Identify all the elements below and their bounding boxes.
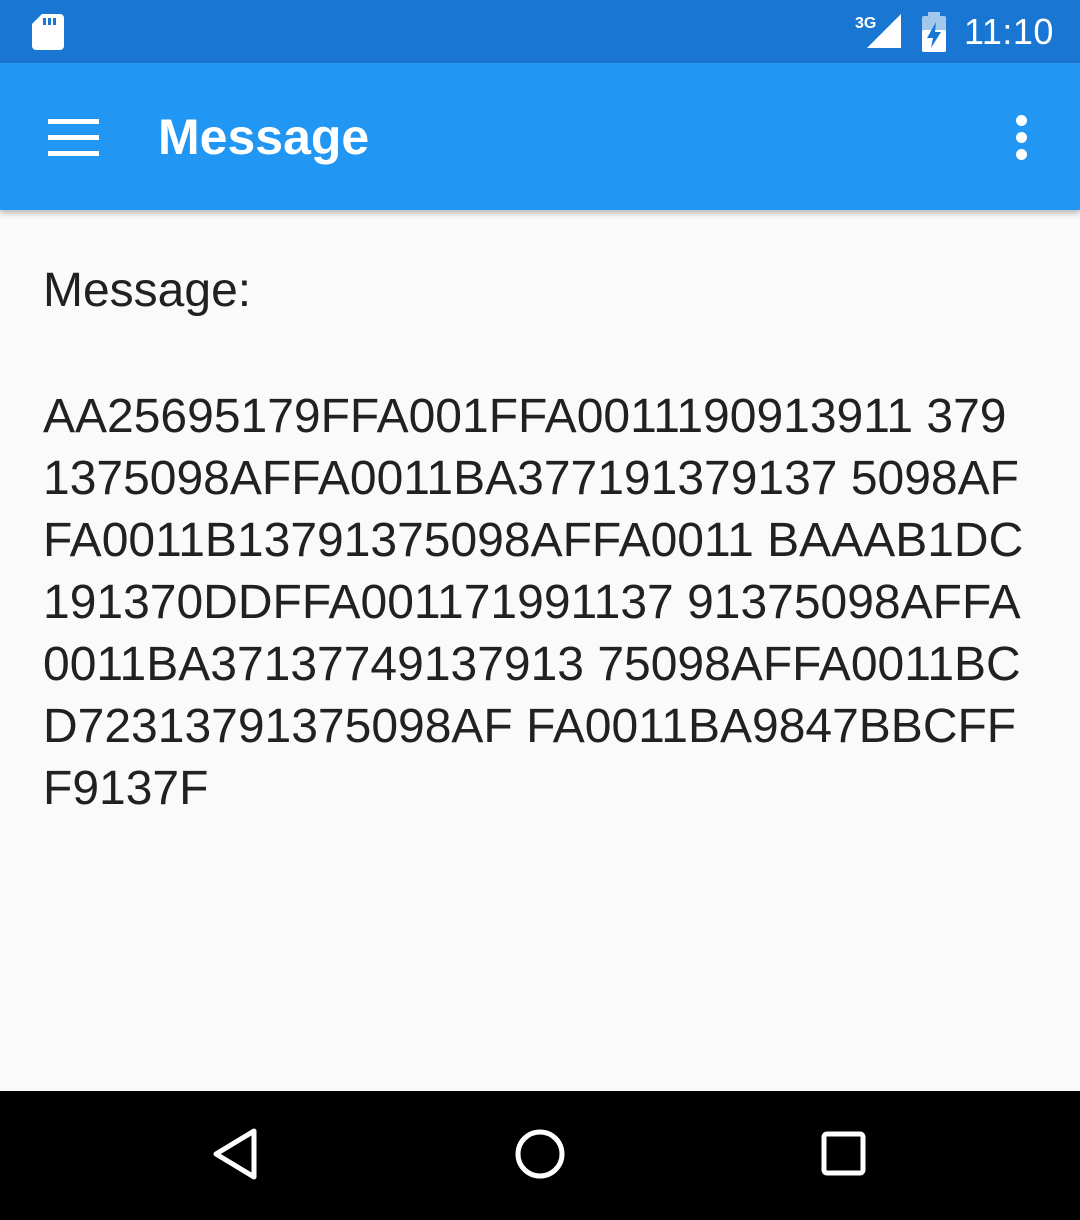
more-options-button[interactable] (990, 93, 1054, 183)
signal-icon: 3G (855, 14, 901, 48)
message-label: Message: (43, 264, 252, 317)
navigation-bar (0, 1091, 1080, 1220)
menu-button[interactable] (26, 93, 122, 183)
status-bar: 3G 11:10 (0, 0, 1080, 63)
recents-icon[interactable] (804, 1115, 884, 1195)
battery-charging-icon (922, 12, 946, 52)
app-bar-title: Message (158, 109, 370, 165)
back-icon[interactable] (196, 1115, 276, 1195)
screen: 3G 11:10 Message Message: AA25695179FFA0… (0, 0, 1080, 1220)
network-type-label: 3G (855, 15, 876, 32)
home-icon[interactable] (500, 1115, 580, 1195)
status-time: 11:10 (964, 11, 1054, 52)
message-body: AA25695179FFA001FFA0011190913911 3791375… (43, 390, 1024, 815)
sd-card-icon (32, 14, 64, 50)
message-content: Message: AA25695179FFA001FFA001119091391… (43, 262, 1043, 820)
app-bar: Message (0, 63, 1080, 210)
